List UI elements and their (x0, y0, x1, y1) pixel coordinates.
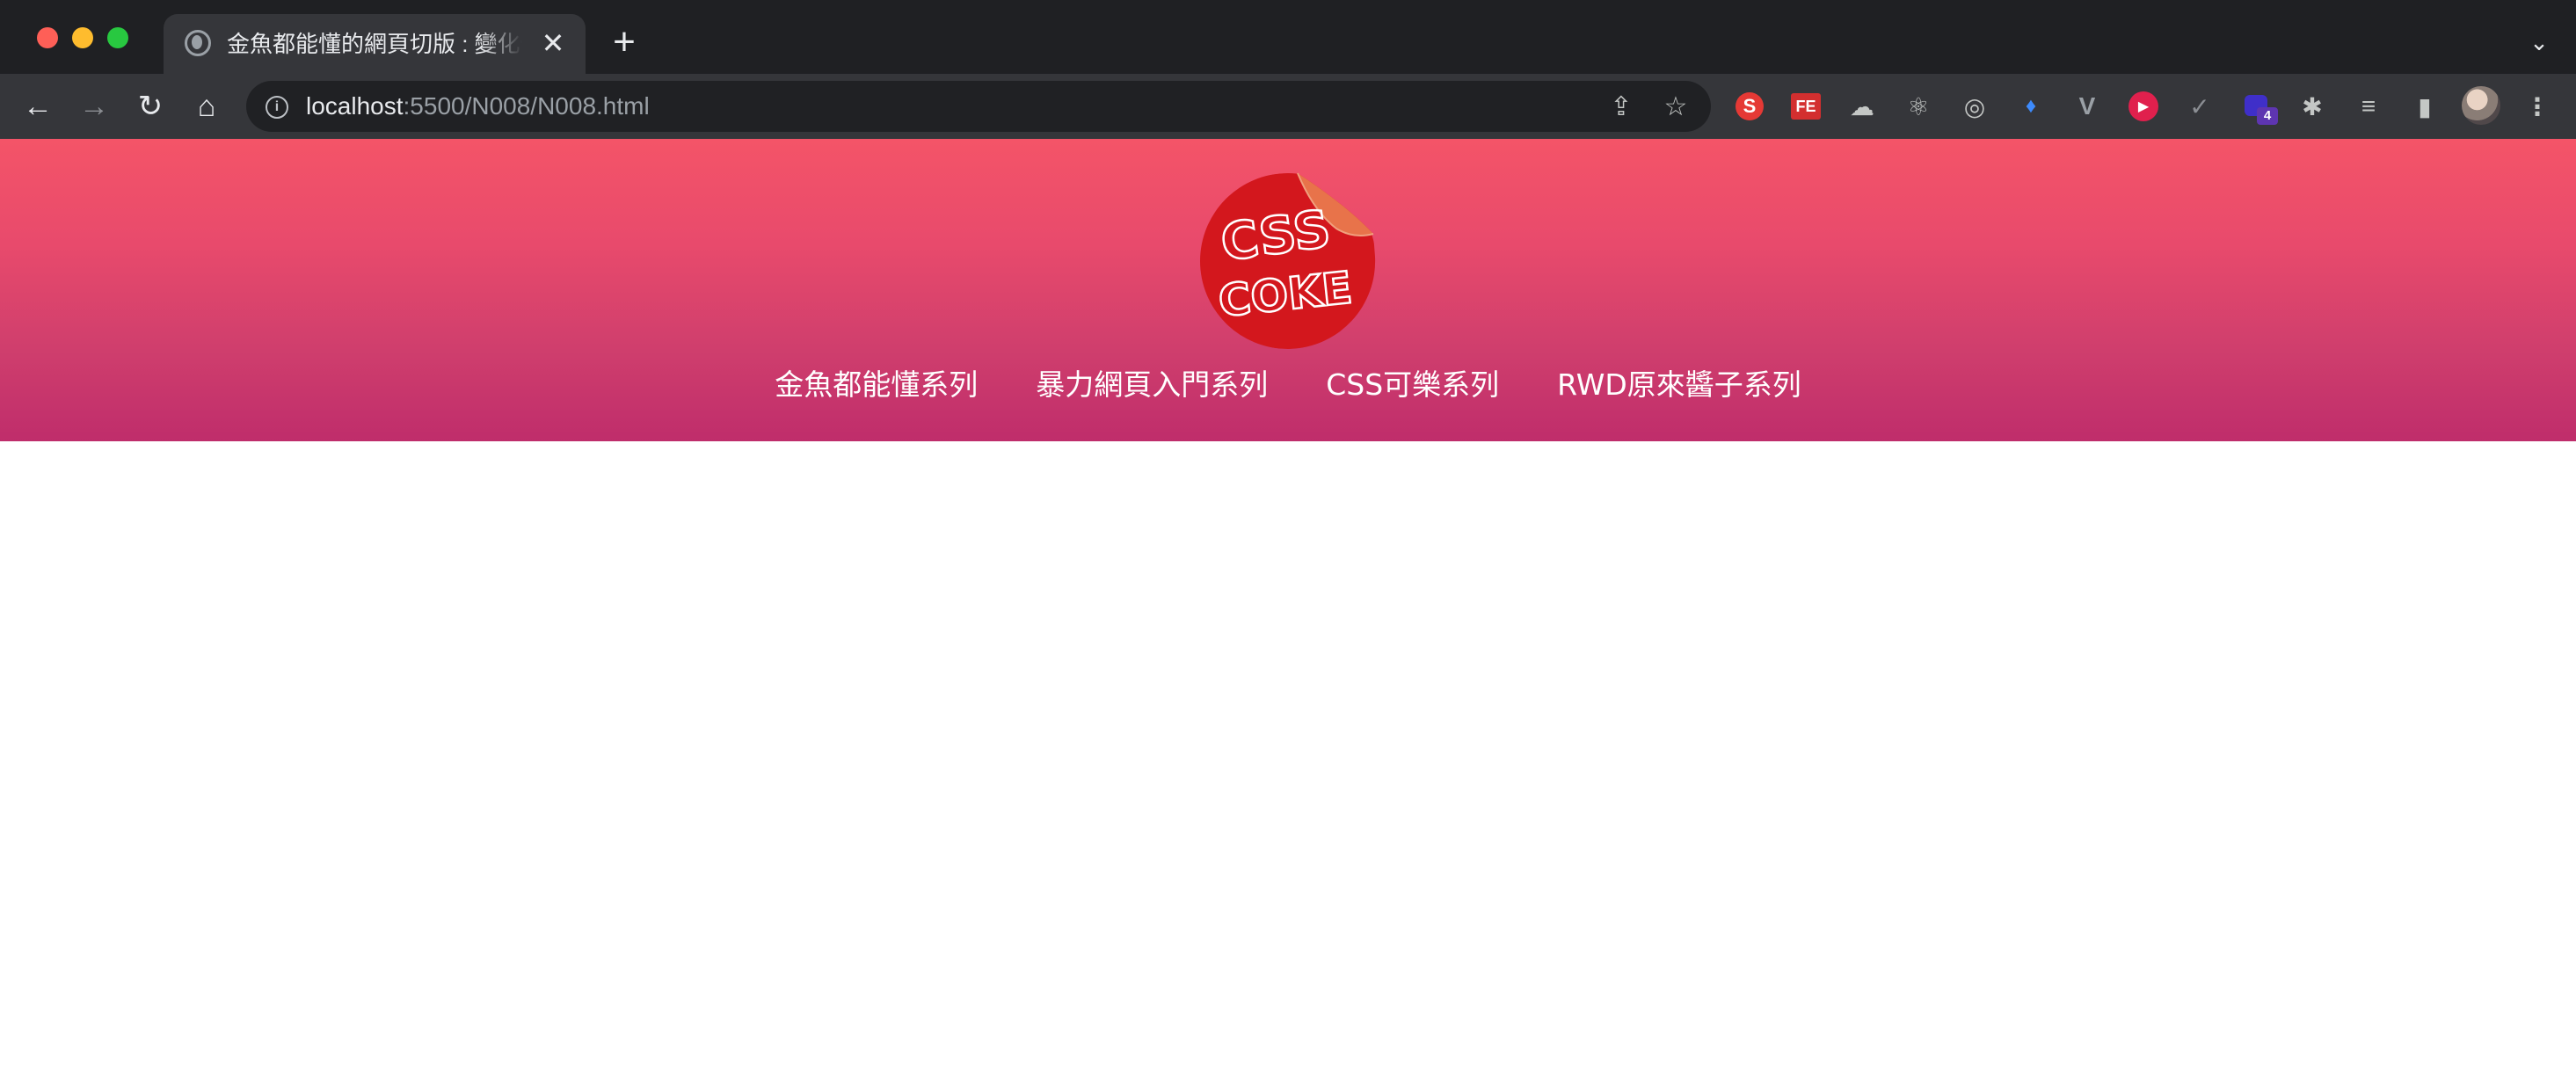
browser-tab[interactable]: 金魚都能懂的網頁切版 : 變化你的 ✕ (164, 14, 586, 74)
extension-fe-icon[interactable]: FE (1788, 89, 1823, 124)
site-header: CSS COKE 金魚都能懂系列 暴力網頁入門系列 CSS可樂系列 RWD原來醬… (0, 139, 2576, 441)
browser-tab-strip: 金魚都能懂的網頁切版 : 變化你的 ✕ + ⌄ (0, 0, 2576, 74)
puzzle-extensions-icon[interactable]: ✱ (2295, 89, 2330, 124)
nav-link-brute-force-series[interactable]: 暴力網頁入門系列 (1036, 357, 1268, 413)
site-info-icon[interactable]: i (266, 96, 288, 119)
stack-icon: 4 (2243, 91, 2278, 125)
react-devtools-icon[interactable]: ⚛ (1901, 89, 1936, 124)
side-panel-icon[interactable]: ▮ (2407, 89, 2442, 124)
back-button[interactable]: ← (18, 86, 58, 127)
extension-s-icon[interactable]: S (1732, 89, 1767, 124)
maximize-window-button[interactable] (107, 27, 128, 48)
home-button[interactable]: ⌂ (186, 86, 227, 127)
nav-link-goldfish-series[interactable]: 金魚都能懂系列 (775, 357, 978, 413)
s-badge: S (1736, 92, 1764, 120)
url-text[interactable]: localhost:5500/N008/N008.html (306, 91, 650, 121)
extension-count-badge: 4 (2257, 107, 2278, 125)
nav-link-css-coke-series[interactable]: CSS可樂系列 (1326, 357, 1499, 413)
fe-badge: FE (1791, 93, 1821, 120)
profile-avatar[interactable] (2462, 86, 2500, 125)
target-extension-icon[interactable]: ◎ (1957, 89, 1992, 124)
vue-devtools-icon[interactable]: V (2070, 89, 2105, 124)
address-bar[interactable]: i localhost:5500/N008/N008.html ⇪ ☆ (246, 81, 1711, 132)
browser-menu-icon[interactable]: ⋮ (2520, 89, 2555, 124)
new-tab-button[interactable]: + (605, 23, 644, 63)
reload-button[interactable]: ↻ (130, 86, 171, 127)
tab-title: 金魚都能懂的網頁切版 : 變化你的 (227, 31, 522, 57)
tab-search-chevron-icon[interactable]: ⌄ (2521, 25, 2557, 60)
gem-extension-icon[interactable]: ♦ (2013, 89, 2048, 124)
play-badge: ▶ (2128, 91, 2158, 121)
css-coke-logo[interactable]: CSS COKE (1199, 172, 1377, 350)
browser-toolbar: ← → ↻ ⌂ i localhost:5500/N008/N008.html … (0, 74, 2576, 139)
close-tab-icon[interactable]: ✕ (536, 26, 570, 60)
url-path: :5500/N008/N008.html (403, 92, 650, 120)
nav-link-rwd-series[interactable]: RWD原來醬子系列 (1557, 357, 1801, 413)
minimize-window-button[interactable] (72, 27, 93, 48)
main-navigation: 金魚都能懂系列 暴力網頁入門系列 CSS可樂系列 RWD原來醬子系列 (0, 357, 2576, 413)
share-icon[interactable]: ⇪ (1604, 90, 1639, 125)
play-extension-icon[interactable]: ▶ (2126, 89, 2161, 124)
check-extension-icon[interactable]: ✓ (2182, 89, 2217, 124)
url-host: localhost (306, 92, 404, 120)
stack-extension-icon[interactable]: 4 (2240, 89, 2278, 125)
close-window-button[interactable] (37, 27, 58, 48)
media-controls-icon[interactable]: ≡ (2351, 89, 2386, 124)
globe-icon (185, 30, 211, 56)
cloud-extension-icon[interactable]: ☁ (1845, 89, 1880, 124)
forward-button[interactable]: → (74, 86, 114, 127)
bookmark-star-icon[interactable]: ☆ (1658, 90, 1693, 125)
css-coke-logo-image: CSS COKE (1200, 172, 1376, 349)
